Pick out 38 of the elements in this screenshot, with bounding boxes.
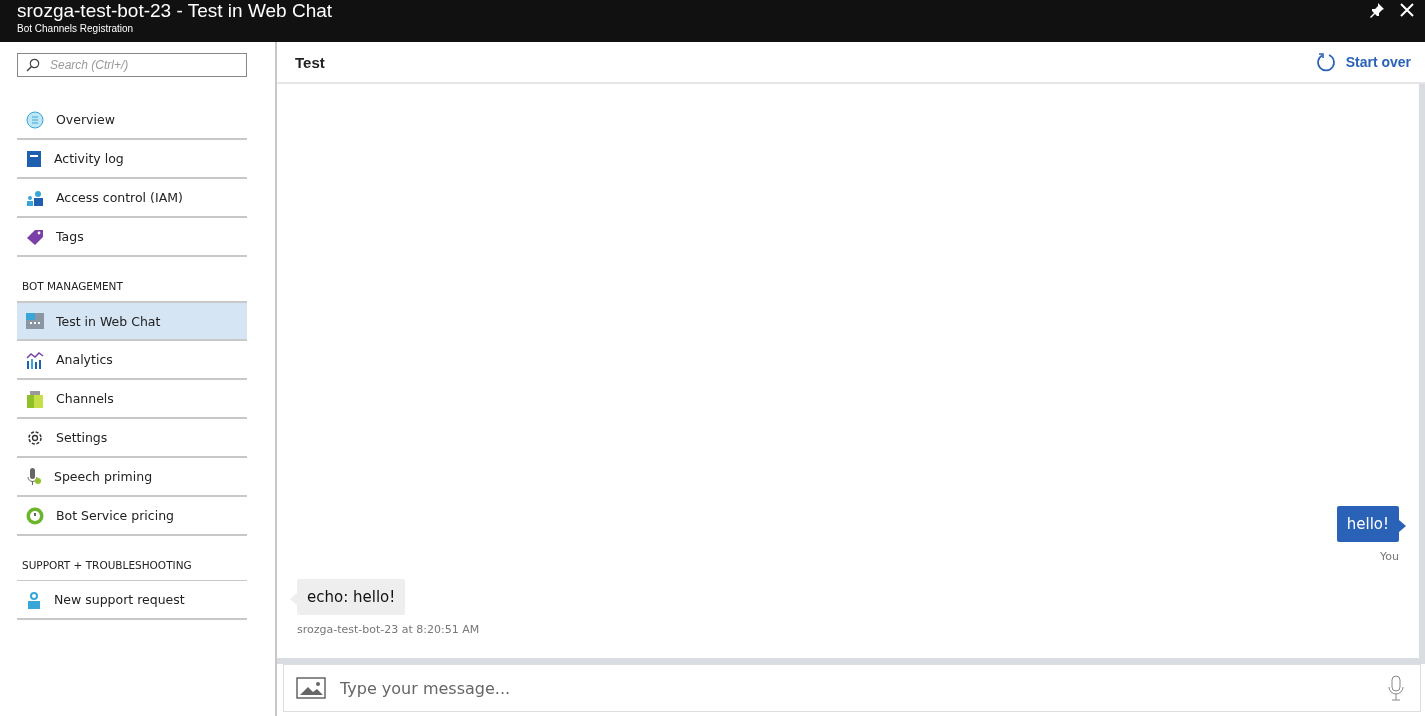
pin-button[interactable] (1369, 2, 1385, 18)
refresh-icon (1315, 52, 1336, 72)
clock-circle-icon (26, 506, 44, 525)
start-over-button[interactable]: Start over (1315, 52, 1411, 72)
book-icon (26, 149, 42, 168)
search-field[interactable]: Search (Ctrl+/) (17, 53, 247, 77)
microphone-icon (26, 467, 42, 486)
sidebar-item[interactable]: Activity log (17, 140, 247, 179)
message-field[interactable]: Type your message... (283, 664, 1421, 712)
section-heading: SUPPORT + TROUBLESHOOTING (17, 549, 247, 581)
close-button[interactable] (1399, 2, 1415, 18)
gear-icon (26, 428, 44, 447)
sidebar-item[interactable]: Settings (17, 419, 247, 458)
people-icon (26, 189, 44, 206)
image-button[interactable] (296, 677, 326, 699)
message-meta: You (1380, 550, 1399, 563)
chat-window-icon (26, 313, 44, 329)
sidebar-item[interactable]: Speech priming (17, 458, 247, 497)
microphone-button[interactable] (1388, 675, 1404, 701)
bar-chart-icon (26, 350, 44, 369)
panel-title: Test (295, 53, 325, 71)
sidebar-item[interactable]: Analytics (17, 341, 247, 380)
window-title: srozga-test-bot-23 - Test in Web Chat (17, 0, 333, 22)
sidebar-item[interactable]: Overview (17, 101, 247, 140)
sidebar-item[interactable]: Bot Service pricing (17, 497, 247, 536)
support-person-icon (26, 590, 42, 609)
list-circle-icon (26, 110, 44, 129)
tag-icon (26, 228, 44, 245)
search-icon (26, 58, 40, 72)
sidebar-item[interactable]: Channels (17, 380, 247, 419)
bubble-tail (1399, 520, 1406, 532)
sidebar-item[interactable]: Tags (17, 218, 247, 257)
sidebar-item[interactable]: Test in Web Chat (17, 302, 247, 341)
sidebar-item[interactable]: New support request (17, 581, 247, 620)
cube-stack-icon (26, 389, 44, 408)
window-subtitle: Bot Channels Registration (17, 22, 135, 36)
message-meta: srozga-test-bot-23 at 8:20:51 AM (297, 623, 480, 636)
sidebar-item[interactable]: Access control (IAM) (17, 179, 247, 218)
